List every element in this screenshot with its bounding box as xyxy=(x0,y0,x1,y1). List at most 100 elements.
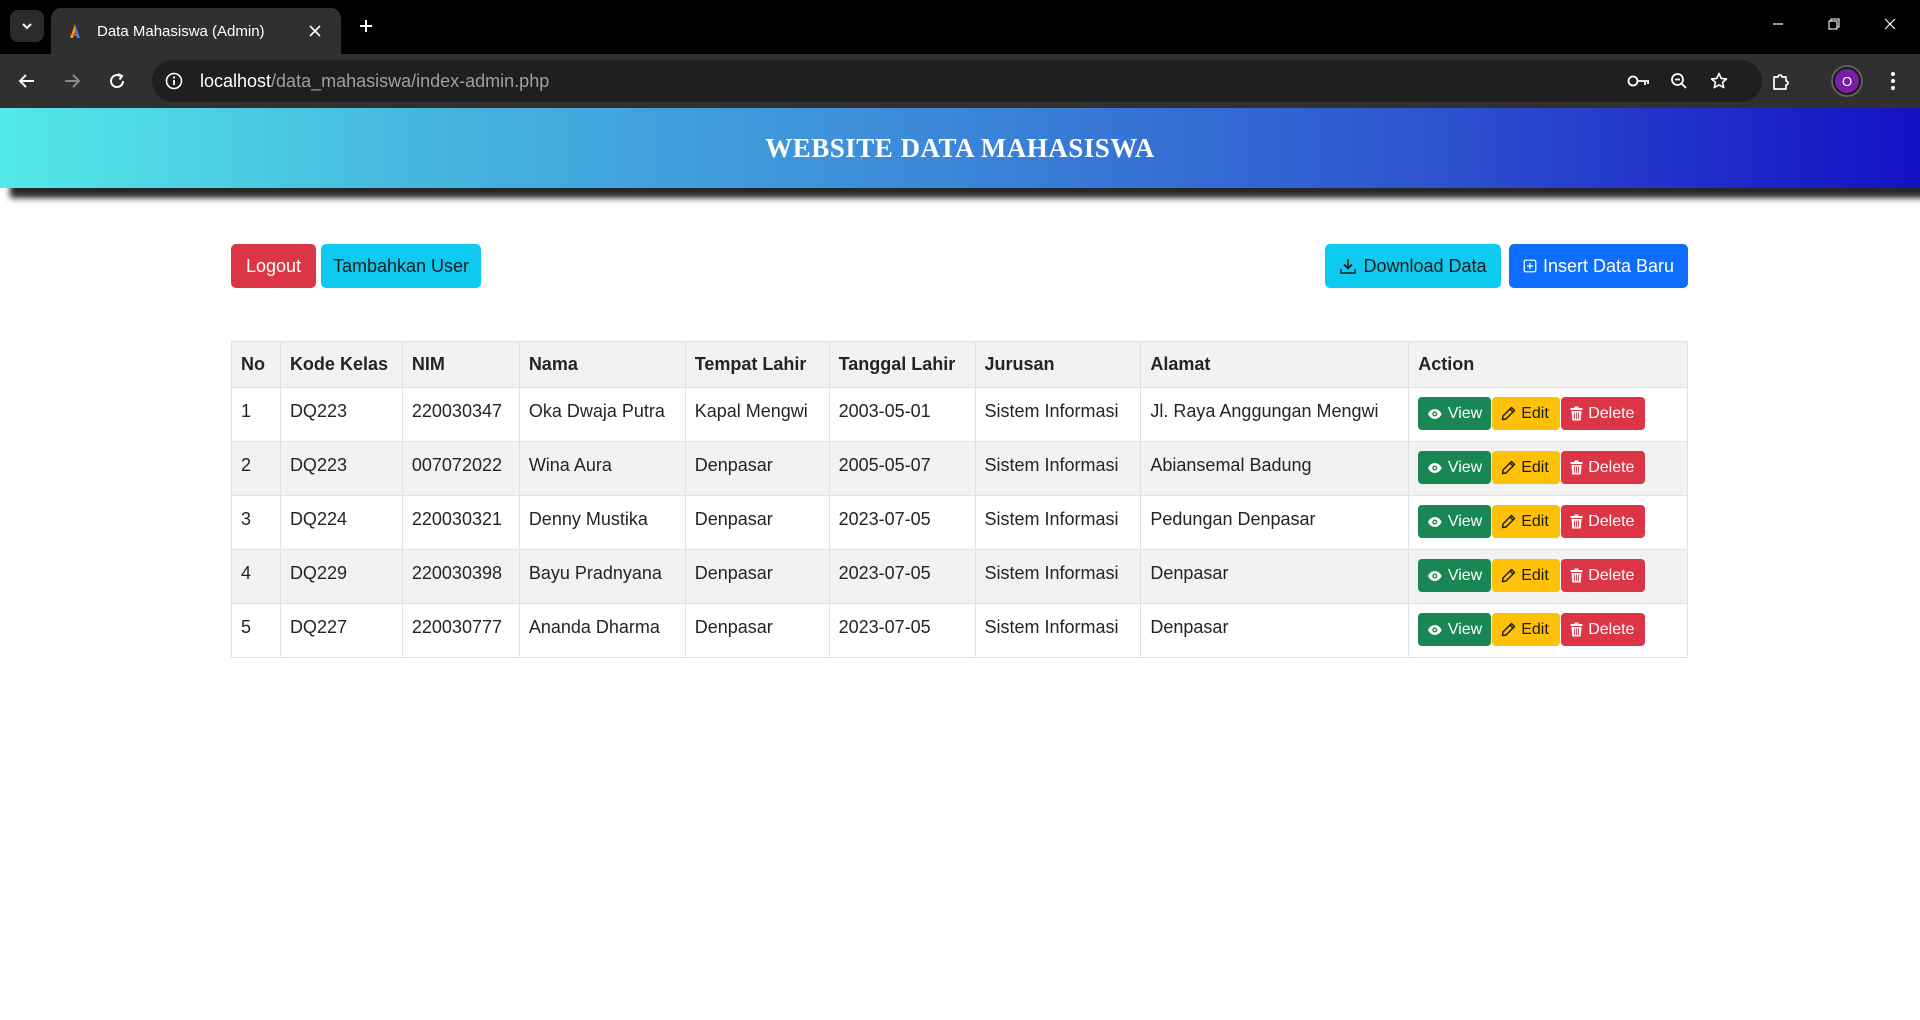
delete-label: Delete xyxy=(1588,620,1635,638)
delete-button[interactable]: Delete xyxy=(1561,451,1646,484)
column-header: Nama xyxy=(518,341,686,388)
new-tab-button[interactable] xyxy=(352,12,380,40)
tab-search-button[interactable] xyxy=(10,10,44,42)
edit-button[interactable]: Edit xyxy=(1492,505,1561,538)
extensions-button[interactable] xyxy=(1764,64,1798,98)
view-button[interactable]: View xyxy=(1418,559,1492,592)
delete-button[interactable]: Delete xyxy=(1561,397,1646,430)
address-bar[interactable]: localhost/data_mahasiswa/index-admin.php xyxy=(152,60,1762,102)
browser-tab[interactable]: Data Mahasiswa (Admin) xyxy=(51,8,341,54)
url-host: localhost xyxy=(200,70,272,91)
edit-button[interactable]: Edit xyxy=(1492,397,1561,430)
eye-icon xyxy=(1428,408,1442,419)
page-title: WEBSITE DATA MAHASISWA xyxy=(765,132,1155,163)
column-header: Kode Kelas xyxy=(279,341,403,388)
avatar: O xyxy=(1833,67,1861,95)
view-button[interactable]: View xyxy=(1418,397,1492,430)
delete-button[interactable]: Delete xyxy=(1561,613,1646,646)
table-cell: 2023-07-05 xyxy=(828,603,976,658)
view-button[interactable]: View xyxy=(1418,613,1492,646)
table-cell: 2023-07-05 xyxy=(828,495,976,550)
delete-button[interactable]: Delete xyxy=(1561,559,1646,592)
table-header-row: No Kode Kelas NIM Nama Tempat Lahir Tanggal L… xyxy=(231,341,1688,388)
view-label: View xyxy=(1447,620,1483,638)
delete-label: Delete xyxy=(1588,512,1635,530)
table-row: 1 DQ223 220030347 Oka Dwaja Putra Kapal Meng… xyxy=(231,387,1688,442)
download-data-label: Download Data xyxy=(1363,255,1487,276)
plus-icon xyxy=(360,20,372,32)
table-cell: Kapal Mengwi xyxy=(684,387,830,442)
table-cell: 007072022 xyxy=(401,441,520,496)
table-cell: DQ223 xyxy=(279,387,403,442)
site-info-icon[interactable] xyxy=(158,65,190,97)
trash-icon xyxy=(1570,568,1583,583)
close-tab-icon[interactable] xyxy=(303,19,327,43)
table-cell: Denpasar xyxy=(684,495,830,550)
bookmark-star-icon[interactable] xyxy=(1702,64,1736,98)
pencil-icon xyxy=(1502,622,1516,637)
table-cell: 2005-05-07 xyxy=(828,441,976,496)
column-header: Tanggal Lahir xyxy=(828,341,976,388)
view-label: View xyxy=(1447,512,1483,530)
zoom-icon[interactable] xyxy=(1662,64,1696,98)
view-button[interactable]: View xyxy=(1418,505,1492,538)
table-cell: Denpasar xyxy=(684,549,830,604)
table-cell: Denpasar xyxy=(1140,549,1410,604)
close-window-button[interactable] xyxy=(1862,0,1918,48)
add-user-button[interactable]: Tambahkan User xyxy=(321,244,481,288)
back-button[interactable] xyxy=(10,64,44,98)
trash-icon xyxy=(1570,514,1583,529)
table-row: 5 DQ227 220030777 Ananda Dharma Denpasar 2023… xyxy=(231,603,1688,658)
pencil-icon xyxy=(1502,406,1516,421)
column-header: NIM xyxy=(401,341,520,388)
table-cell: Abiansemal Badung xyxy=(1140,441,1410,496)
view-button[interactable]: View xyxy=(1418,451,1492,484)
edit-button[interactable]: Edit xyxy=(1492,613,1561,646)
table-row: 3 DQ224 220030321 Denny Mustika Denpasar 2023… xyxy=(231,495,1688,550)
logout-button[interactable]: Logout xyxy=(231,244,316,288)
table-cell: Jl. Raya Anggungan Mengwi xyxy=(1140,387,1410,442)
table-cell: DQ224 xyxy=(279,495,403,550)
table-cell: Wina Aura xyxy=(518,441,686,496)
download-data-button[interactable]: Download Data xyxy=(1325,244,1501,288)
column-header: Alamat xyxy=(1140,341,1410,388)
edit-button[interactable]: Edit xyxy=(1492,451,1561,484)
table-cell: Sistem Informasi xyxy=(974,495,1142,550)
table-row: 4 DQ229 220030398 Bayu Pradnyana Denpasar 202… xyxy=(231,549,1688,604)
delete-button[interactable]: Delete xyxy=(1561,505,1646,538)
edit-label: Edit xyxy=(1521,620,1549,638)
edit-label: Edit xyxy=(1521,458,1549,476)
edit-label: Edit xyxy=(1521,512,1549,530)
reload-button[interactable] xyxy=(100,64,134,98)
table-cell: Sistem Informasi xyxy=(974,441,1142,496)
forward-button[interactable] xyxy=(55,64,89,98)
eye-icon xyxy=(1428,624,1442,635)
table-cell: Sistem Informasi xyxy=(974,603,1142,658)
password-key-icon[interactable] xyxy=(1622,64,1656,98)
profile-button[interactable]: O xyxy=(1830,64,1864,98)
table-row: 2 DQ223 007072022 Wina Aura Denpasar 2005-05-… xyxy=(231,441,1688,496)
table-cell: Denny Mustika xyxy=(518,495,686,550)
add-user-label: Tambahkan User xyxy=(332,255,470,276)
view-label: View xyxy=(1447,458,1483,476)
view-label: View xyxy=(1447,404,1483,422)
eye-icon xyxy=(1428,570,1442,581)
table-cell: Denpasar xyxy=(1140,603,1410,658)
insert-data-button[interactable]: Insert Data Baru xyxy=(1509,244,1688,288)
table-cell: DQ229 xyxy=(279,549,403,604)
table-cell: Denpasar xyxy=(684,603,830,658)
minimize-button[interactable] xyxy=(1750,0,1806,48)
eye-icon xyxy=(1428,462,1442,473)
table-body: 1 DQ223 220030347 Oka Dwaja Putra Kapal Meng… xyxy=(231,387,1688,658)
table-cell: 2 xyxy=(231,441,281,496)
action-cell: View Edit Delete xyxy=(1408,549,1688,604)
column-header: Tempat Lahir xyxy=(684,341,830,388)
browser-menu-button[interactable] xyxy=(1876,64,1910,98)
table-cell: Sistem Informasi xyxy=(974,387,1142,442)
url-text[interactable]: localhost/data_mahasiswa/index-admin.php xyxy=(200,71,549,92)
table-cell: 220030398 xyxy=(401,549,520,604)
edit-button[interactable]: Edit xyxy=(1492,559,1561,592)
column-header: No xyxy=(231,341,281,388)
restore-button[interactable] xyxy=(1806,0,1862,48)
trash-icon xyxy=(1570,460,1583,475)
